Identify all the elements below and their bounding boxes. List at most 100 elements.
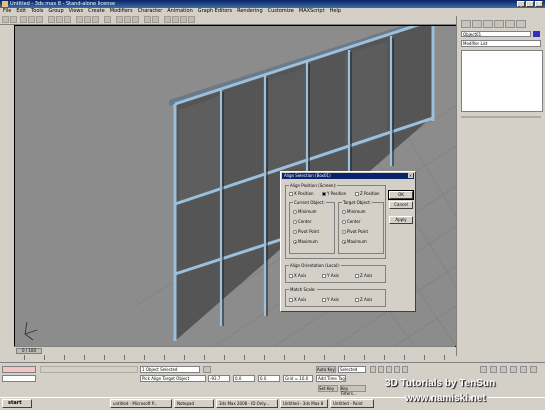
menu-animation[interactable]: Animation [167, 8, 193, 15]
orient-z-checkbox[interactable]: Z Axis [355, 273, 372, 278]
current-pivot-radio[interactable]: Pivot Point [293, 229, 319, 234]
taskbar-item[interactable]: Untitled - Paint [330, 399, 374, 408]
motion-tab-icon[interactable] [494, 20, 504, 28]
render-setup-icon[interactable] [180, 16, 187, 23]
z-coordinate[interactable]: 0.0 [258, 375, 280, 382]
align-icon[interactable] [152, 16, 159, 23]
percent-snap-icon[interactable] [132, 16, 139, 23]
target-center-dot[interactable] [342, 219, 346, 224]
menu-character[interactable]: Character [138, 8, 163, 15]
modify-tab-icon[interactable] [472, 20, 482, 28]
maximize-viewport-icon[interactable] [530, 366, 537, 373]
target-pivot-dot[interactable] [342, 229, 346, 234]
target-maximum-dot[interactable] [342, 239, 346, 244]
auto-key-button[interactable]: Auto Key [316, 366, 336, 373]
current-center-radio[interactable]: Center [293, 219, 311, 224]
scale-z-box[interactable] [355, 297, 359, 302]
orient-x-checkbox[interactable]: X Axis [289, 273, 306, 278]
selected-dropdown[interactable]: Selected [338, 366, 366, 373]
display-tab-icon[interactable] [505, 20, 515, 28]
material-editor-icon[interactable] [172, 16, 179, 23]
modifier-stack[interactable] [461, 50, 543, 112]
minimize-icon[interactable]: _ [517, 1, 525, 7]
menu-help[interactable]: Help [330, 8, 341, 15]
taskbar-item[interactable]: untitled - Microsoft P... [110, 399, 172, 408]
target-center-radio[interactable]: Center [342, 219, 360, 224]
target-maximum-radio[interactable]: Maximum [342, 239, 367, 244]
y-position-box[interactable] [322, 191, 326, 196]
rotate-icon[interactable] [84, 16, 91, 23]
menu-customize[interactable]: Customize [268, 8, 294, 15]
scale-y-box[interactable] [322, 297, 326, 302]
link-icon[interactable] [20, 16, 27, 23]
snap-icon[interactable] [116, 16, 123, 23]
target-pivot-radio[interactable]: Pivot Point [342, 229, 368, 234]
menu-rendering[interactable]: Rendering [237, 8, 263, 15]
modifier-list-dropdown[interactable]: Modifier List [461, 40, 541, 47]
menu-graph-editors[interactable]: Graph Editors [198, 8, 232, 15]
bind-space-warp-icon[interactable] [36, 16, 43, 23]
angle-snap-icon[interactable] [124, 16, 131, 23]
track-bar[interactable] [14, 354, 455, 362]
scale-icon[interactable] [92, 16, 99, 23]
taskbar-item[interactable]: 3ds Max 2008 - ID Only... [216, 399, 278, 408]
taskbar-item[interactable]: Notepad [174, 399, 214, 408]
mirror-icon[interactable] [144, 16, 151, 23]
x-position-checkbox[interactable]: X Position [289, 191, 314, 196]
scale-y-checkbox[interactable]: Y Axis [322, 297, 339, 302]
menu-file[interactable]: File [3, 8, 11, 15]
close-icon[interactable]: × [535, 1, 543, 7]
current-maximum-dot[interactable] [293, 239, 297, 244]
z-position-box[interactable] [355, 191, 359, 196]
taskbar-item[interactable]: Untitled - 3ds Max 8 [280, 399, 328, 408]
current-maximum-radio[interactable]: Maximum [293, 239, 318, 244]
menu-modifiers[interactable]: Modifiers [110, 8, 133, 15]
select-by-name-icon[interactable] [56, 16, 63, 23]
y-position-checkbox[interactable]: Y Position [322, 191, 346, 196]
hierarchy-tab-icon[interactable] [483, 20, 493, 28]
play-icon[interactable] [386, 366, 392, 373]
utilities-tab-icon[interactable] [516, 20, 526, 28]
quick-render-icon[interactable] [188, 16, 195, 23]
current-minimum-radio[interactable]: Minimum [293, 209, 317, 214]
next-frame-icon[interactable] [394, 366, 400, 373]
scale-x-box[interactable] [289, 297, 293, 302]
current-pivot-dot[interactable] [293, 229, 297, 234]
undo-icon[interactable] [2, 16, 9, 23]
target-minimum-dot[interactable] [342, 209, 346, 214]
menu-group[interactable]: Group [48, 8, 63, 15]
pivot-icon[interactable] [104, 16, 111, 23]
maxscript-listener[interactable] [2, 366, 36, 373]
menu-maxscript[interactable]: MAXScript [299, 8, 325, 15]
scale-x-checkbox[interactable]: X Axis [289, 297, 306, 302]
set-key-button[interactable]: Set Key [318, 385, 338, 392]
unlink-icon[interactable] [28, 16, 35, 23]
object-color-swatch[interactable] [533, 31, 540, 37]
go-to-start-icon[interactable] [370, 366, 376, 373]
current-minimum-dot[interactable] [293, 209, 297, 214]
previous-frame-icon[interactable] [378, 366, 384, 373]
zoom-icon[interactable] [480, 366, 487, 373]
pan-icon[interactable] [510, 366, 517, 373]
create-tab-icon[interactable] [461, 20, 471, 28]
apply-button[interactable]: Apply [389, 216, 413, 224]
start-button[interactable]: start [2, 399, 32, 408]
object-name-field[interactable]: Object01 [461, 31, 531, 37]
orient-x-box[interactable] [289, 273, 293, 278]
orient-y-box[interactable] [322, 273, 326, 278]
x-position-box[interactable] [289, 191, 293, 196]
ok-button[interactable]: OK [388, 190, 414, 200]
current-center-dot[interactable] [293, 219, 297, 224]
curve-editor-icon[interactable] [164, 16, 171, 23]
maxscript-mini-listener[interactable] [2, 375, 36, 382]
orient-y-checkbox[interactable]: Y Axis [322, 273, 339, 278]
x-coordinate[interactable]: -93.7 [208, 375, 230, 382]
dialog-close-icon[interactable]: × [408, 173, 413, 178]
zoom-all-icon[interactable] [490, 366, 497, 373]
menu-tools[interactable]: Tools [31, 8, 43, 15]
zoom-extents-icon[interactable] [500, 366, 507, 373]
maximize-icon[interactable]: □ [526, 1, 534, 7]
add-time-tag[interactable]: Add Time Tag [316, 375, 346, 382]
cancel-button[interactable]: Cancel [389, 201, 413, 209]
target-minimum-radio[interactable]: Minimum [342, 209, 366, 214]
